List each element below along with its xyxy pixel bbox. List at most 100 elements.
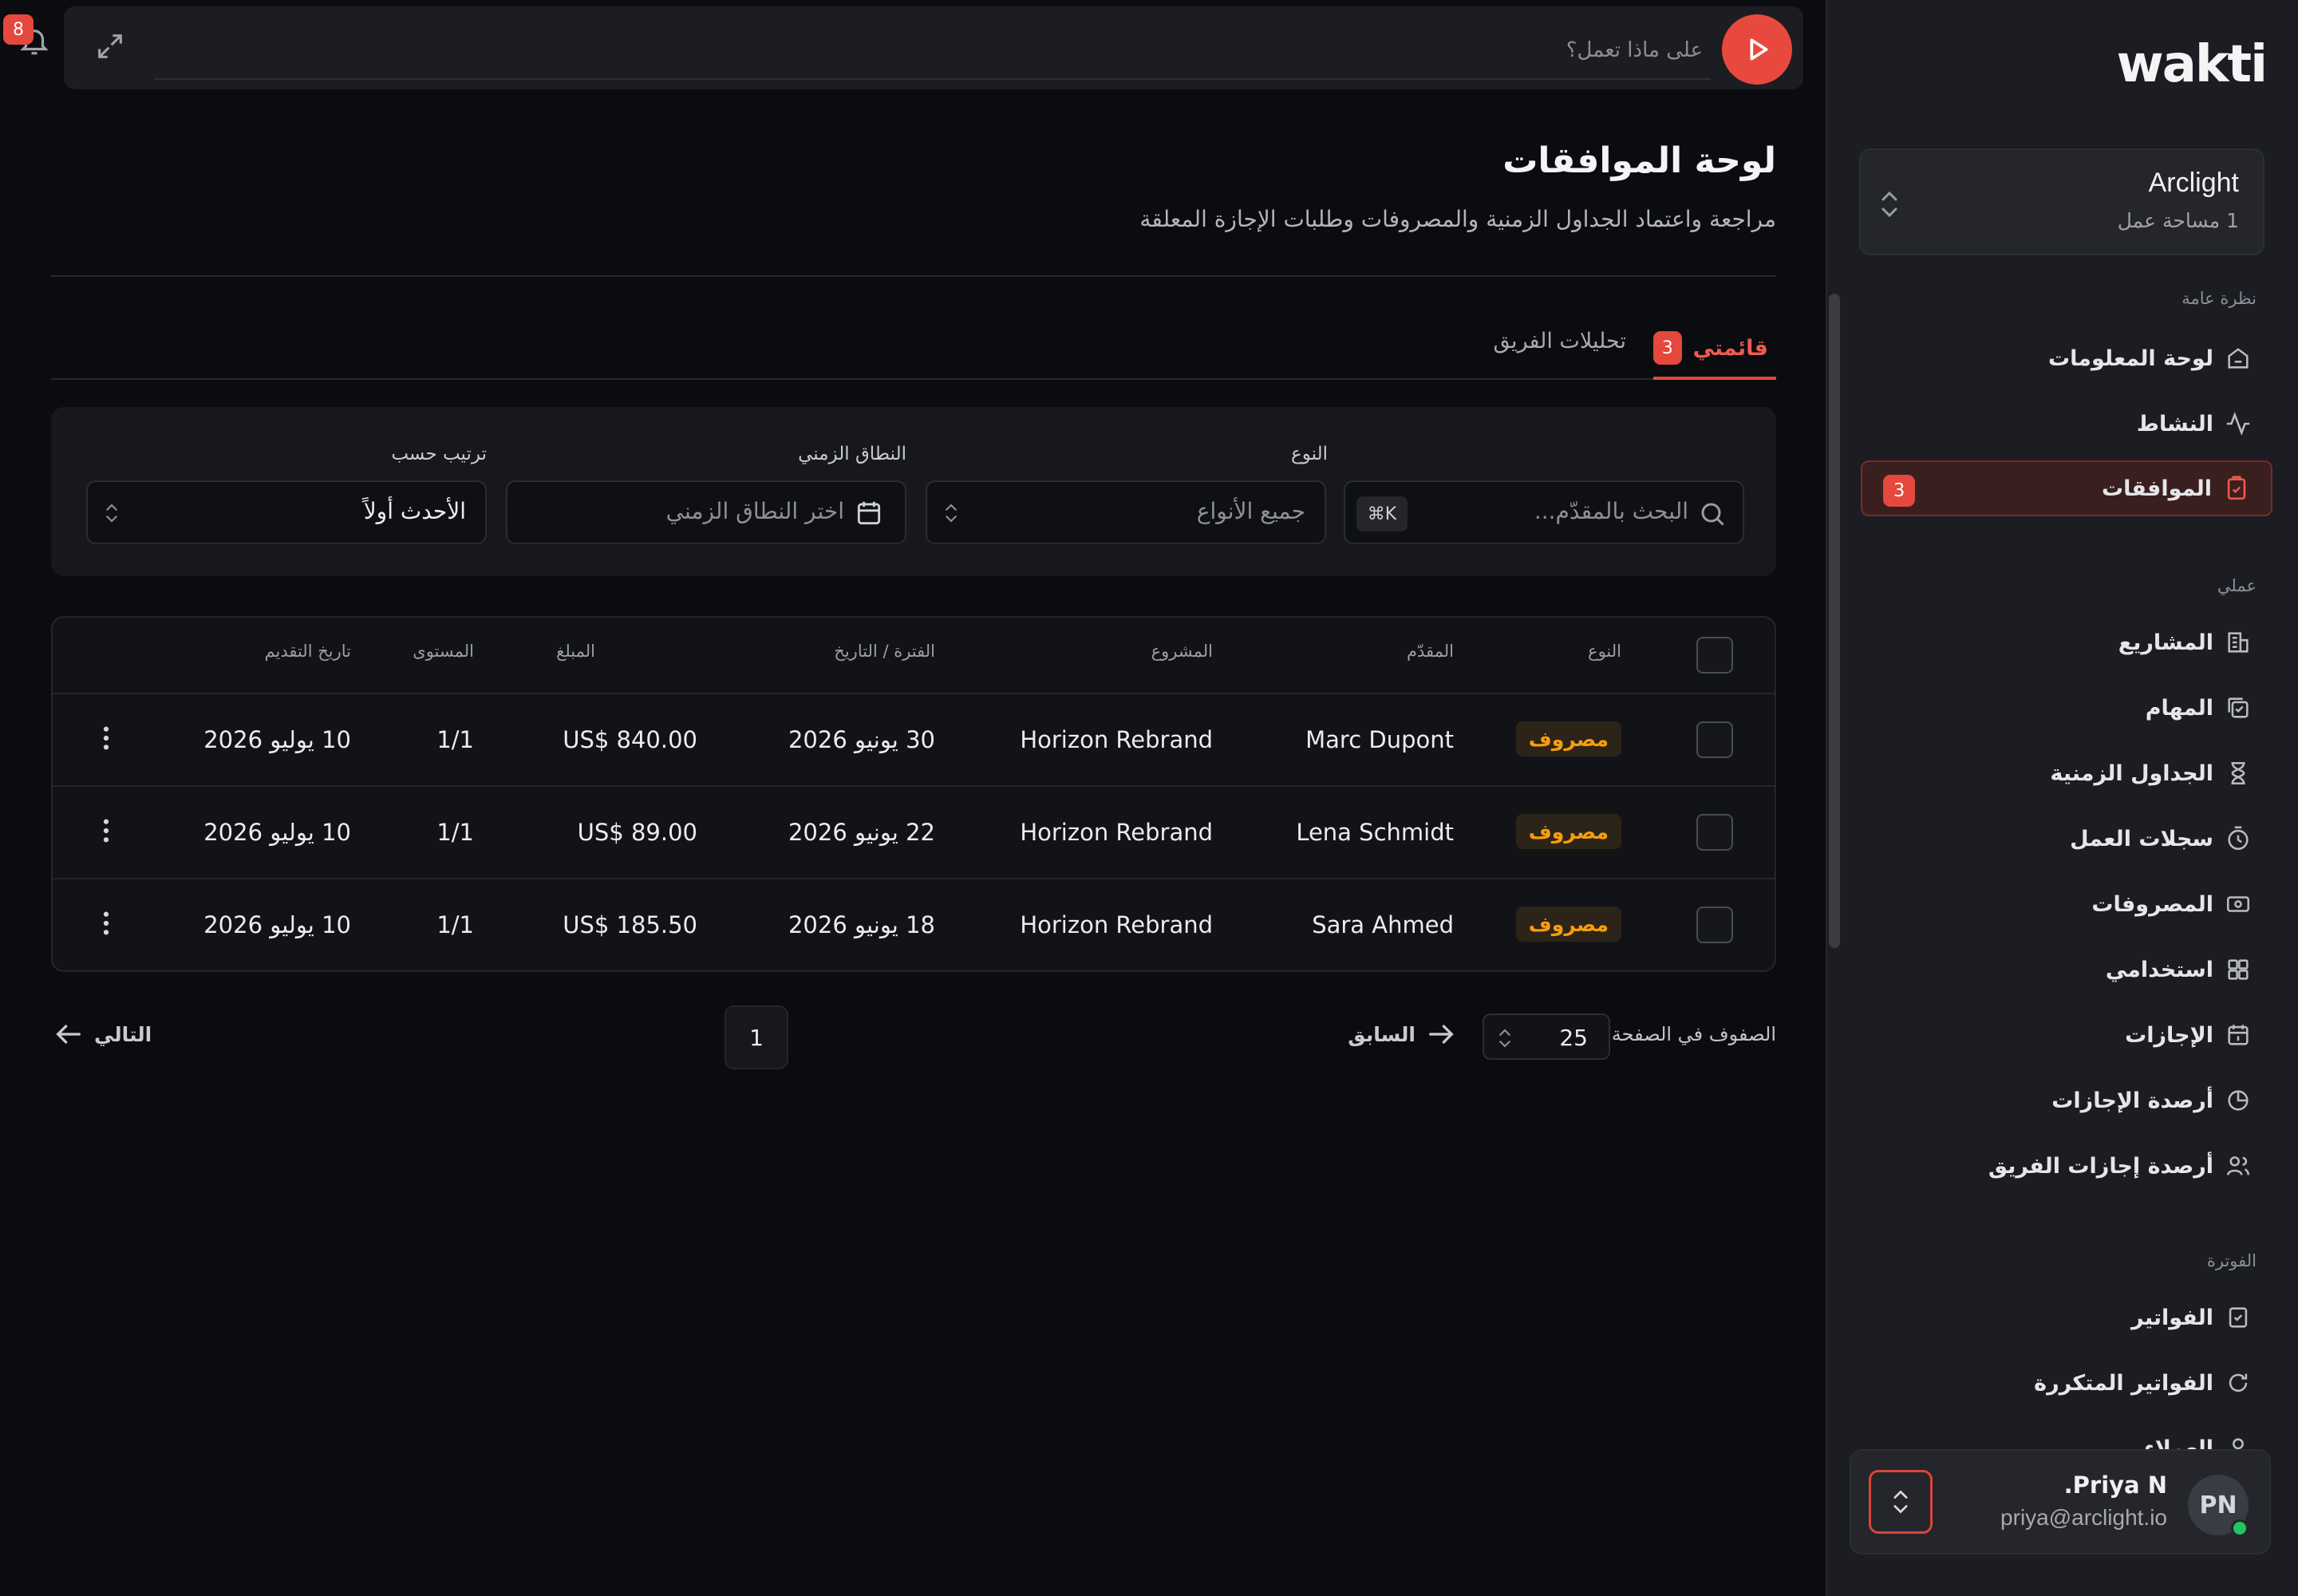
type-select[interactable]: جميع الأنواع [926,480,1326,544]
level-cell: 1/1 [436,726,474,753]
project-cell: Horizon Rebrand [1020,911,1213,938]
online-status-dot [2231,1519,2249,1537]
submitted-date-cell: 10 يوليو 2026 [203,726,351,753]
user-email: priya@arclight.io [2000,1505,2167,1530]
next-label: التالي [94,1022,152,1046]
sidebar-item-leaves[interactable]: الإجازات [1862,1007,2258,1063]
task-bar [64,6,1803,89]
section-billing: الفوترة [2206,1251,2257,1270]
sidebar-item-projects[interactable]: المشاريع [1862,614,2258,670]
arrow-left-icon [53,1018,85,1050]
sidebar-item-activity[interactable]: النشاط [1862,396,2258,452]
sidebar-item-label: الفواتير [2131,1305,2213,1330]
task-input[interactable] [155,22,1711,80]
submitted-date-cell: 10 يوليو 2026 [203,819,351,846]
page-subtitle: مراجعة واعتماد الجداول الزمنية والمصروفا… [1139,206,1776,232]
cash-icon [2225,891,2252,918]
column-header-project[interactable]: المشروع [1151,642,1213,661]
section-my-work: عملي [2217,576,2257,595]
next-page-button[interactable]: التالي [53,1018,152,1050]
more-vertical-icon[interactable] [101,910,112,937]
brand-logo: wakti [2116,35,2268,94]
page-number-button[interactable]: 1 [725,1005,788,1069]
row-checkbox[interactable] [1696,721,1733,758]
sidebar-item-work-logs[interactable]: سجلات العمل [1862,811,2258,867]
clipboard-check-icon [2223,475,2250,502]
user-menu[interactable]: PN Priya N. priya@arclight.io [1850,1449,2271,1555]
sidebar-item-label: الجداول الزمنية [2050,760,2213,786]
rows-per-page-select[interactable]: 25 [1483,1013,1610,1060]
more-vertical-icon[interactable] [101,817,112,844]
column-header-type[interactable]: النوع [1588,642,1621,661]
select-all-checkbox[interactable] [1696,637,1733,674]
type-badge: مصروف [1515,721,1621,757]
row-checkbox[interactable] [1696,814,1733,851]
submitted-date-cell: 10 يوليو 2026 [203,911,351,938]
sidebar-item-approvals[interactable]: الموافقات 3 [1861,460,2272,516]
tab-team-analytics[interactable]: تحليلات الفريق [1494,329,1626,354]
period-cell: 30 يونيو 2026 [788,726,935,753]
sidebar-item-invoices[interactable]: الفواتير [1862,1290,2258,1345]
rows-per-page-value: 25 [1559,1025,1588,1051]
project-cell: Horizon Rebrand [1020,726,1213,753]
column-header-submitted[interactable]: تاريخ التقديم [265,642,352,661]
type-badge: مصروف [1515,814,1621,849]
column-header-level[interactable]: المستوى [413,642,474,661]
sort-select-value: الأحدث أولاً [363,498,466,524]
column-header-submitter[interactable]: المقدّم [1407,642,1454,661]
level-cell: 1/1 [436,819,474,846]
level-cell: 1/1 [436,911,474,938]
row-checkbox[interactable] [1696,907,1733,943]
column-header-amount[interactable]: المبلغ [556,642,595,661]
approvals-table: النوع المقدّم المشروع الفترة / التاريخ ا… [51,616,1776,972]
keyboard-shortcut: ⌘K [1356,496,1408,531]
sidebar-item-label: الإجازات [2125,1022,2213,1048]
sidebar-item-tasks[interactable]: المهام [1862,680,2258,736]
more-vertical-icon[interactable] [101,725,112,752]
sidebar-item-my-usage[interactable]: استخدامي [1862,942,2258,998]
approvals-count-badge: 3 [1883,475,1915,507]
table-row[interactable]: مصروف Lena Schmidt Horizon Rebrand 22 يو… [53,785,1775,878]
date-range-label: النطاق الزمني [798,444,906,464]
arrow-right-icon [1425,1018,1457,1050]
table-row[interactable]: مصروف Marc Dupont Horizon Rebrand 30 يون… [53,693,1775,785]
tabs-divider [51,378,1776,380]
expand-icon[interactable] [94,30,126,62]
sidebar-item-timesheets[interactable]: الجداول الزمنية [1862,745,2258,801]
sidebar-item-dashboard[interactable]: لوحة المعلومات [1862,330,2258,386]
calendar-icon [854,498,884,528]
sidebar-item-label: أرصدة إجازات الفريق [1988,1153,2213,1179]
workspace-count: 1 مساحة عمل [2117,209,2239,232]
column-header-period[interactable]: الفترة / التاريخ [834,642,935,661]
submitter-cell: Sara Ahmed [1312,911,1454,938]
sidebar-item-recurring-invoices[interactable]: الفواتير المتكررة [1862,1355,2258,1411]
sort-select[interactable]: الأحدث أولاً [86,480,487,544]
chevron-up-down-icon [1890,1487,1911,1516]
tasks-icon [2225,694,2252,721]
sidebar-item-label: سجلات العمل [2070,826,2213,851]
start-timer-button[interactable] [1722,14,1792,85]
sidebar: wakti Arclight 1 مساحة عمل نظرة عامة لوح… [1826,0,2298,1596]
tab-my-list[interactable]: قائمتي 3 [1653,319,1776,380]
sidebar-item-label: المهام [2145,695,2213,721]
date-range-picker[interactable]: اختر النطاق الزمني [506,480,906,544]
previous-page-button[interactable]: السابق [1348,1018,1457,1050]
date-range-value: اختر النطاق الزمني [665,498,844,524]
grid-icon [2225,956,2252,983]
amount-cell: US$ 185.50 [563,911,697,938]
activity-icon [2225,410,2252,437]
sidebar-item-leave-balances[interactable]: أرصدة الإجازات [1862,1073,2258,1128]
search-field[interactable]: البحث بالمقدّم... ⌘K [1344,480,1744,544]
section-overview: نظرة عامة [2182,289,2257,308]
user-menu-toggle[interactable] [1869,1470,1933,1534]
table-row[interactable]: مصروف Sara Ahmed Horizon Rebrand 18 يوني… [53,878,1775,970]
chevron-up-down-icon [104,501,120,525]
calendar-icon [2225,1021,2252,1049]
sidebar-item-label: أرصدة الإجازات [2051,1088,2213,1113]
hourglass-icon [2225,760,2252,787]
period-cell: 22 يونيو 2026 [788,819,935,846]
sidebar-item-expenses[interactable]: المصروفات [1862,876,2258,932]
main-scrollbar[interactable] [1829,294,1840,948]
workspace-switcher[interactable]: Arclight 1 مساحة عمل [1859,148,2264,255]
sidebar-item-team-leave-balances[interactable]: أرصدة إجازات الفريق [1862,1138,2258,1194]
